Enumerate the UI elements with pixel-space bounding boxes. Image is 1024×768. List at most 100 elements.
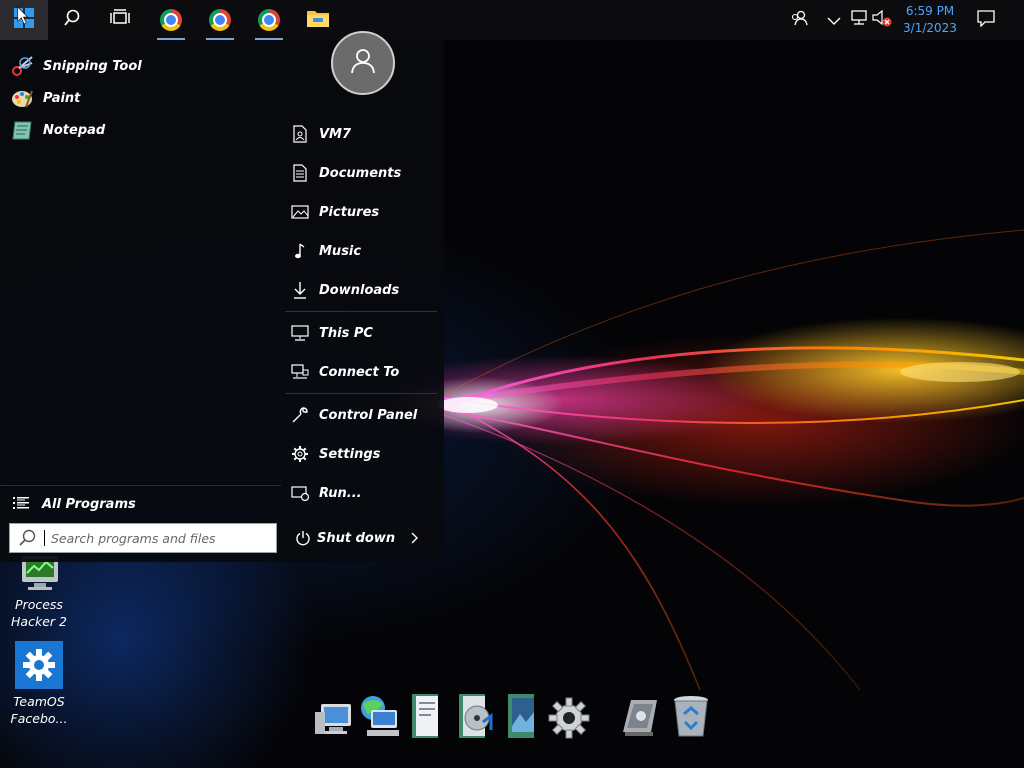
windows-logo-icon [13, 6, 35, 33]
user-avatar[interactable] [331, 31, 395, 95]
start-menu-right-pane: VM7 Documents Pictures Music Downloads T… [285, 31, 444, 562]
action-center-button[interactable] [976, 10, 996, 30]
connect-to-icon [291, 363, 309, 381]
dock-computer-icon[interactable] [310, 690, 356, 740]
dock-control-panel-icon[interactable] [616, 690, 662, 740]
pinned-label: Notepad [43, 122, 106, 138]
action-center-icon [977, 9, 995, 31]
show-hidden-icons-button[interactable] [826, 10, 842, 30]
documents-icon [291, 164, 309, 182]
menu-item-run[interactable]: Run... [291, 478, 441, 508]
menu-item-pictures[interactable]: Pictures [291, 197, 441, 227]
gear-icon [291, 445, 309, 463]
search-placeholder: Search programs and files [51, 530, 216, 546]
start-search-input[interactable]: Search programs and files [9, 523, 277, 553]
volume-muted-icon [871, 9, 893, 31]
dock-pictures-folder-icon[interactable] [498, 690, 544, 740]
network-icon [850, 10, 868, 30]
menu-item-vm7[interactable]: VM7 [291, 119, 441, 149]
menu-item-label: Settings [319, 446, 381, 462]
clock-date: 3/1/2023 [903, 21, 957, 35]
paint-icon [10, 86, 34, 110]
divider [285, 311, 437, 312]
dock-network-icon[interactable] [356, 690, 402, 740]
menu-item-label: Pictures [319, 204, 380, 220]
dock-documents-folder-icon[interactable] [402, 690, 448, 740]
text-caret [44, 530, 45, 546]
downloads-icon [291, 281, 309, 299]
shutdown-label: Shut down [317, 530, 396, 546]
start-button[interactable] [0, 0, 48, 40]
taskbar-chrome-2[interactable] [196, 0, 244, 40]
notepad-icon [10, 118, 34, 142]
task-view-button[interactable] [96, 0, 144, 40]
menu-item-label: Music [319, 243, 362, 259]
settings-gear-icon [15, 641, 63, 689]
all-programs-icon [12, 496, 30, 512]
menu-item-documents[interactable]: Documents [291, 158, 441, 188]
desktop-icon-process-hacker[interactable]: Process Hacker 2 [1, 556, 77, 630]
pinned-notepad[interactable]: Notepad [10, 116, 270, 144]
all-programs-label: All Programs [42, 496, 136, 512]
menu-item-label: Control Panel [319, 407, 418, 423]
power-icon [295, 530, 311, 546]
dock-music-folder-icon[interactable] [452, 690, 498, 740]
menu-item-label: VM7 [319, 126, 352, 142]
desktop-icon-label: Process Hacker 2 [11, 597, 67, 629]
pictures-icon [291, 203, 309, 221]
menu-item-music[interactable]: Music [291, 236, 441, 266]
music-icon [291, 242, 309, 260]
menu-item-settings[interactable]: Settings [291, 439, 441, 469]
desktop-icon-teamos-facebook[interactable]: TeamOS Facebo... [1, 641, 77, 727]
menu-item-control-panel[interactable]: Control Panel [291, 400, 441, 430]
chrome-icon [258, 9, 280, 31]
search-icon [10, 529, 44, 547]
snipping-tool-icon [10, 54, 34, 78]
volume-tray-button[interactable] [871, 9, 893, 31]
pinned-snipping-tool[interactable]: Snipping Tool [10, 52, 270, 80]
divider [0, 485, 281, 486]
menu-item-this-pc[interactable]: This PC [291, 318, 441, 348]
taskbar-clock[interactable]: 6:59 PM 3/1/2023 [896, 3, 964, 37]
run-icon [291, 484, 309, 502]
menu-item-label: Downloads [319, 282, 400, 298]
shutdown-button[interactable]: Shut down [295, 524, 419, 552]
chrome-icon [209, 9, 231, 31]
user-folder-icon [291, 125, 309, 143]
desktop-icon-label: TeamOS Facebo... [10, 694, 68, 726]
wrench-icon [291, 406, 309, 424]
user-avatar-icon [349, 47, 377, 79]
task-view-icon [110, 9, 130, 31]
taskbar-file-explorer[interactable] [294, 0, 342, 40]
people-icon [790, 10, 808, 30]
taskbar-chrome-3[interactable] [245, 0, 293, 40]
pinned-label: Paint [43, 90, 81, 106]
divider [285, 393, 437, 394]
menu-item-downloads[interactable]: Downloads [291, 275, 441, 305]
pinned-label: Snipping Tool [43, 58, 142, 74]
taskbar: 6:59 PM 3/1/2023 [0, 0, 1024, 40]
taskbar-chrome-1[interactable] [147, 0, 195, 40]
menu-item-label: Connect To [319, 364, 400, 380]
menu-item-label: This PC [319, 325, 373, 341]
menu-item-label: Run... [319, 485, 362, 501]
computer-icon [291, 324, 309, 342]
chrome-icon [160, 9, 182, 31]
file-explorer-icon [306, 8, 330, 32]
chevron-right-icon[interactable] [411, 532, 419, 544]
network-tray-button[interactable] [849, 10, 869, 30]
dock [310, 690, 720, 746]
clock-time: 6:59 PM [905, 4, 955, 18]
menu-item-label: Documents [319, 165, 402, 181]
dock-recycle-bin-icon[interactable] [668, 690, 714, 740]
dock-gear-icon[interactable] [546, 690, 592, 740]
people-button[interactable] [789, 10, 809, 30]
pinned-paint[interactable]: Paint [10, 84, 270, 112]
chevron-down-icon [827, 11, 841, 30]
search-icon [63, 9, 81, 31]
start-menu-left-pane: Snipping Tool Paint Notepad All Programs [0, 40, 281, 562]
start-menu: Snipping Tool Paint Notepad All Programs [0, 31, 444, 562]
all-programs-button[interactable]: All Programs [12, 492, 136, 516]
taskbar-search-button[interactable] [48, 0, 96, 40]
menu-item-connect-to[interactable]: Connect To [291, 357, 441, 387]
